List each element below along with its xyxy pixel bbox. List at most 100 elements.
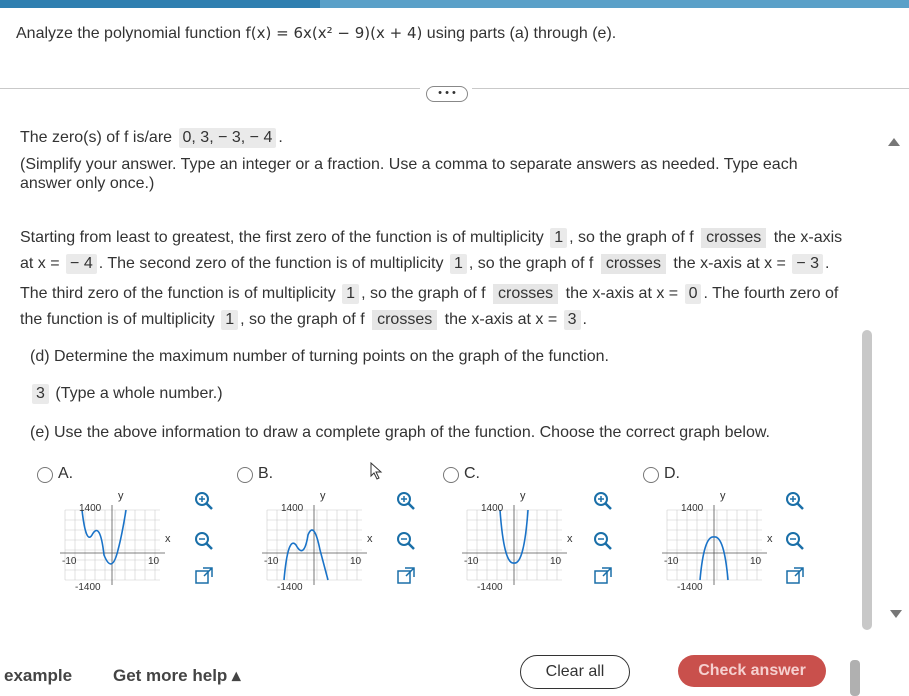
get-more-help-button[interactable]: Get more help ▴: [113, 666, 241, 686]
text: .: [582, 311, 587, 328]
text: .: [825, 255, 830, 272]
graph-b[interactable]: [262, 505, 367, 585]
part-d-label: (d) Determine the maximum number of turn…: [30, 348, 609, 365]
option-c-radio[interactable]: [443, 467, 459, 483]
function-expression: f(x) = 6x(x² − 9)(x + 4): [245, 24, 423, 42]
text: at x =: [20, 255, 60, 272]
option-d-radio[interactable]: [643, 467, 659, 483]
graph-d-ymin: -1400: [677, 582, 703, 593]
multiplicity-2-answer[interactable]: 1: [449, 254, 467, 274]
zoom-out-icon[interactable]: [784, 530, 806, 552]
multiplicity-line-2: at x = − 4. The second zero of the funct…: [20, 254, 830, 274]
graph-c[interactable]: [462, 505, 567, 585]
multiplicity-line-3: The third zero of the function is of mul…: [20, 284, 838, 304]
part-e-label: (e) Use the above information to draw a …: [30, 424, 770, 441]
zeros-answer[interactable]: 0, 3, − 3, − 4: [178, 128, 277, 148]
option-b-label: B.: [258, 465, 274, 482]
zoom-in-icon[interactable]: [592, 490, 614, 512]
text: , so the graph of f: [240, 311, 365, 328]
graph-a-ylabel: y: [118, 490, 124, 502]
zoom-in-icon[interactable]: [784, 490, 806, 512]
graph-d-ylabel: y: [720, 490, 726, 502]
example-link[interactable]: example: [4, 666, 72, 686]
text: the x-axis: [773, 229, 843, 246]
behavior-3-select[interactable]: crosses: [493, 284, 559, 304]
text: , so the graph of f: [361, 285, 486, 302]
zoom-in-icon[interactable]: [395, 490, 417, 512]
zeros-hint-line2: answer only once.): [20, 175, 155, 192]
scroll-up-arrow[interactable]: [888, 138, 900, 146]
question-prefix: Analyze the polynomial function: [16, 25, 242, 42]
graph-b-xmin: -10: [264, 556, 279, 567]
graph-a-ymax: 1400: [79, 503, 102, 514]
graph-a-ymin: -1400: [75, 582, 101, 593]
multiplicity-line-1: Starting from least to greatest, the fir…: [20, 228, 842, 248]
zeros-period: .: [278, 129, 283, 146]
text: the x-axis at x =: [673, 255, 786, 272]
expand-icon[interactable]: [395, 565, 417, 587]
text: . The fourth zero of: [703, 285, 839, 302]
graph-c-ymax: 1400: [481, 503, 504, 514]
graph-a-xmin: -10: [62, 556, 77, 567]
multiplicity-1-answer[interactable]: 1: [550, 228, 568, 248]
zero-1-answer[interactable]: − 4: [66, 254, 97, 274]
graph-b-xmax: 10: [350, 556, 362, 567]
text: , so the graph of f: [569, 229, 694, 246]
graph-d[interactable]: [662, 505, 767, 585]
part-d-hint: (Type a whole number.): [55, 385, 223, 402]
multiplicity-4-answer[interactable]: 1: [221, 310, 239, 330]
option-a-radio[interactable]: [37, 467, 53, 483]
expand-icon[interactable]: [592, 565, 614, 587]
multiplicity-line-4: the function is of multiplicity 1, so th…: [20, 310, 587, 330]
expand-icon[interactable]: [193, 565, 215, 587]
zeros-line: The zero(s) of f is/are 0, 3, − 3, − 4.: [20, 128, 283, 148]
turning-points-answer[interactable]: 3: [32, 384, 49, 404]
option-b-radio[interactable]: [237, 467, 253, 483]
mouse-cursor-icon: [370, 462, 383, 480]
zeros-label: The zero(s) of f is/are: [20, 129, 173, 146]
option-c-label: C.: [464, 465, 480, 482]
graph-b-ymin: -1400: [277, 582, 303, 593]
top-bar-accent: [320, 0, 909, 8]
text: The third zero of the function is of mul…: [20, 285, 336, 302]
graph-b-ymax: 1400: [281, 503, 304, 514]
text: Starting from least to greatest, the fir…: [20, 229, 544, 246]
zoom-in-icon[interactable]: [193, 490, 215, 512]
multiplicity-3-answer[interactable]: 1: [342, 284, 360, 304]
question-text: Analyze the polynomial function f(x) = 6…: [16, 24, 616, 43]
graph-d-ymax: 1400: [681, 503, 704, 514]
behavior-2-select[interactable]: crosses: [600, 254, 666, 274]
clear-all-button[interactable]: Clear all: [520, 655, 630, 689]
graph-c-xmin: -10: [464, 556, 479, 567]
question-suffix: using parts (a) through (e).: [426, 25, 617, 42]
expand-icon[interactable]: [784, 565, 806, 587]
scroll-down-arrow[interactable]: [890, 610, 902, 618]
behavior-1-select[interactable]: crosses: [701, 228, 767, 248]
behavior-4-select[interactable]: crosses: [372, 310, 438, 330]
graph-a-xlabel: x: [165, 533, 171, 545]
option-a-label: A.: [58, 465, 74, 482]
graph-d-xmin: -10: [664, 556, 679, 567]
zoom-out-icon[interactable]: [592, 530, 614, 552]
zero-3-answer[interactable]: 0: [684, 284, 702, 304]
graph-b-xlabel: x: [367, 533, 373, 545]
text: the function is of multiplicity: [20, 311, 215, 328]
text: the x-axis at x =: [444, 311, 558, 328]
zeros-hint-line1: (Simplify your answer. Type an integer o…: [20, 156, 798, 173]
more-button[interactable]: • • •: [426, 86, 468, 102]
graph-d-xlabel: x: [767, 533, 773, 545]
zero-2-answer[interactable]: − 3: [792, 254, 824, 274]
graph-d-xmax: 10: [750, 556, 762, 567]
part-d-line: 3 (Type a whole number.): [30, 384, 223, 404]
zoom-out-icon[interactable]: [193, 530, 215, 552]
scrollbar-track[interactable]: [850, 660, 860, 696]
check-answer-button[interactable]: Check answer: [678, 655, 826, 687]
graph-c-xmax: 10: [550, 556, 562, 567]
zoom-out-icon[interactable]: [395, 530, 417, 552]
scrollbar-thumb[interactable]: [862, 330, 872, 630]
graph-c-ylabel: y: [520, 490, 526, 502]
graph-a[interactable]: [60, 505, 165, 585]
text: , so the graph of f: [468, 255, 594, 272]
zero-4-answer[interactable]: 3: [563, 310, 581, 330]
graph-c-xlabel: x: [567, 533, 573, 545]
